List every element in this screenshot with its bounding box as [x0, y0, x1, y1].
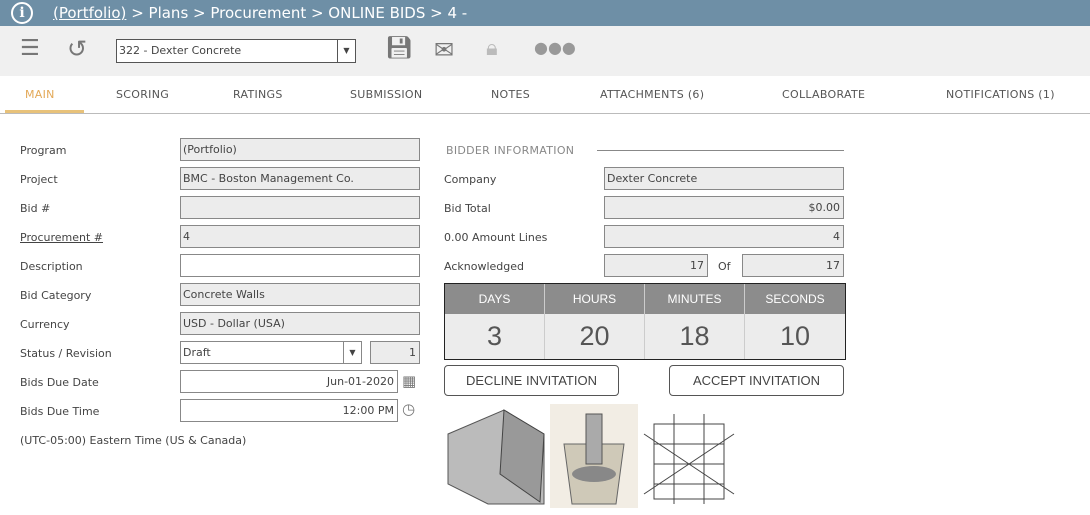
tab-bar: MAIN SCORING RATINGS SUBMISSION NOTES AT…: [0, 76, 1090, 114]
project-label: Project: [20, 173, 58, 186]
tab-notes[interactable]: NOTES: [491, 88, 530, 101]
tab-submission[interactable]: SUBMISSION: [350, 88, 422, 101]
procurement-link[interactable]: Procurement #: [20, 231, 103, 244]
timezone-text: (UTC-05:00) Eastern Time (US & Canada): [20, 434, 247, 447]
countdown-value: 3: [445, 314, 544, 359]
breadcrumb-path: > Plans > Procurement > ONLINE BIDS > 4 …: [126, 4, 468, 22]
countdown-seconds: SECONDS 10: [745, 284, 845, 359]
active-tab-indicator: [5, 110, 84, 113]
save-icon[interactable]: 💾︎: [385, 36, 413, 61]
mail-icon[interactable]: ✉: [434, 36, 454, 64]
breadcrumb: (Portfolio) > Plans > Procurement > ONLI…: [53, 4, 467, 22]
tab-collaborate[interactable]: COLLABORATE: [782, 88, 865, 101]
acknowledged-label: Acknowledged: [444, 260, 524, 273]
info-icon[interactable]: i: [11, 2, 33, 24]
toolbar: ☰ ↺ 322 - Dexter Concrete ▼ 💾︎ ✉ 🔒︎ ●●●: [0, 26, 1090, 76]
countdown-value: 18: [645, 314, 744, 359]
tab-ratings[interactable]: RATINGS: [233, 88, 283, 101]
more-icon[interactable]: ●●●: [534, 38, 576, 57]
countdown-label: SECONDS: [745, 284, 845, 314]
bid-select[interactable]: 322 - Dexter Concrete ▼: [116, 39, 356, 63]
company-label: Company: [444, 173, 497, 186]
countdown-hours: HOURS 20: [545, 284, 645, 359]
acknowledged-total-field[interactable]: 17: [742, 254, 844, 277]
section-divider: [597, 150, 844, 151]
bid-total-field[interactable]: $0.00: [604, 196, 844, 219]
chevron-down-icon[interactable]: ▼: [337, 40, 355, 62]
countdown-minutes: MINUTES 18: [645, 284, 745, 359]
acknowledged-field[interactable]: 17: [604, 254, 708, 277]
description-input[interactable]: [180, 254, 420, 277]
due-date-input[interactable]: Jun-01-2020: [180, 370, 398, 393]
due-time-input[interactable]: 12:00 PM: [180, 399, 398, 422]
history-icon[interactable]: ↺: [67, 35, 87, 63]
procurement-field[interactable]: 4: [180, 225, 420, 248]
currency-field[interactable]: USD - Dollar (USA): [180, 312, 420, 335]
tab-attachments[interactable]: ATTACHMENTS (6): [600, 88, 704, 101]
due-time-label: Bids Due Time: [20, 405, 100, 418]
revision-field[interactable]: 1: [370, 341, 420, 364]
due-date-label: Bids Due Date: [20, 376, 99, 389]
tab-notifications[interactable]: NOTIFICATIONS (1): [946, 88, 1055, 101]
program-field[interactable]: (Portfolio): [180, 138, 420, 161]
breadcrumb-portfolio-link[interactable]: (Portfolio): [53, 4, 126, 22]
amount-lines-field[interactable]: 4: [604, 225, 844, 248]
project-field[interactable]: BMC - Boston Management Co.: [180, 167, 420, 190]
status-select[interactable]: Draft ▼: [180, 341, 362, 364]
bid-number-field[interactable]: [180, 196, 420, 219]
countdown-label: HOURS: [545, 284, 644, 314]
of-label: Of: [718, 260, 731, 273]
countdown-value: 20: [545, 314, 644, 359]
countdown-days: DAYS 3: [445, 284, 545, 359]
program-label: Program: [20, 144, 67, 157]
countdown-timer: DAYS 3 HOURS 20 MINUTES 18 SECONDS 10: [444, 283, 846, 360]
bid-category-label: Bid Category: [20, 289, 92, 302]
currency-label: Currency: [20, 318, 70, 331]
calendar-icon[interactable]: ▦: [402, 372, 416, 390]
bid-select-value: 322 - Dexter Concrete: [119, 44, 242, 57]
countdown-label: MINUTES: [645, 284, 744, 314]
tab-scoring[interactable]: SCORING: [116, 88, 169, 101]
bidder-information-heading: BIDDER INFORMATION: [446, 144, 575, 157]
chevron-down-icon[interactable]: ▼: [343, 342, 361, 363]
status-value: Draft: [183, 346, 211, 359]
concrete-illustrations-image: [447, 404, 735, 508]
numbered-list-icon[interactable]: ☰: [20, 36, 40, 61]
amount-lines-label: 0.00 Amount Lines: [444, 231, 548, 244]
title-bar: i (Portfolio) > Plans > Procurement > ON…: [0, 0, 1090, 26]
decline-invitation-button[interactable]: DECLINE INVITATION: [444, 365, 619, 396]
accept-invitation-button[interactable]: ACCEPT INVITATION: [669, 365, 844, 396]
tab-main[interactable]: MAIN: [25, 88, 55, 101]
status-label: Status / Revision: [20, 347, 112, 360]
company-field[interactable]: Dexter Concrete: [604, 167, 844, 190]
clock-icon[interactable]: ◷: [402, 400, 415, 418]
description-label: Description: [20, 260, 83, 273]
bid-total-label: Bid Total: [444, 202, 491, 215]
lock-icon[interactable]: 🔒︎: [486, 36, 498, 61]
countdown-value: 10: [745, 314, 845, 359]
countdown-label: DAYS: [445, 284, 544, 314]
bid-number-label: Bid #: [20, 202, 51, 215]
bid-category-field[interactable]: Concrete Walls: [180, 283, 420, 306]
